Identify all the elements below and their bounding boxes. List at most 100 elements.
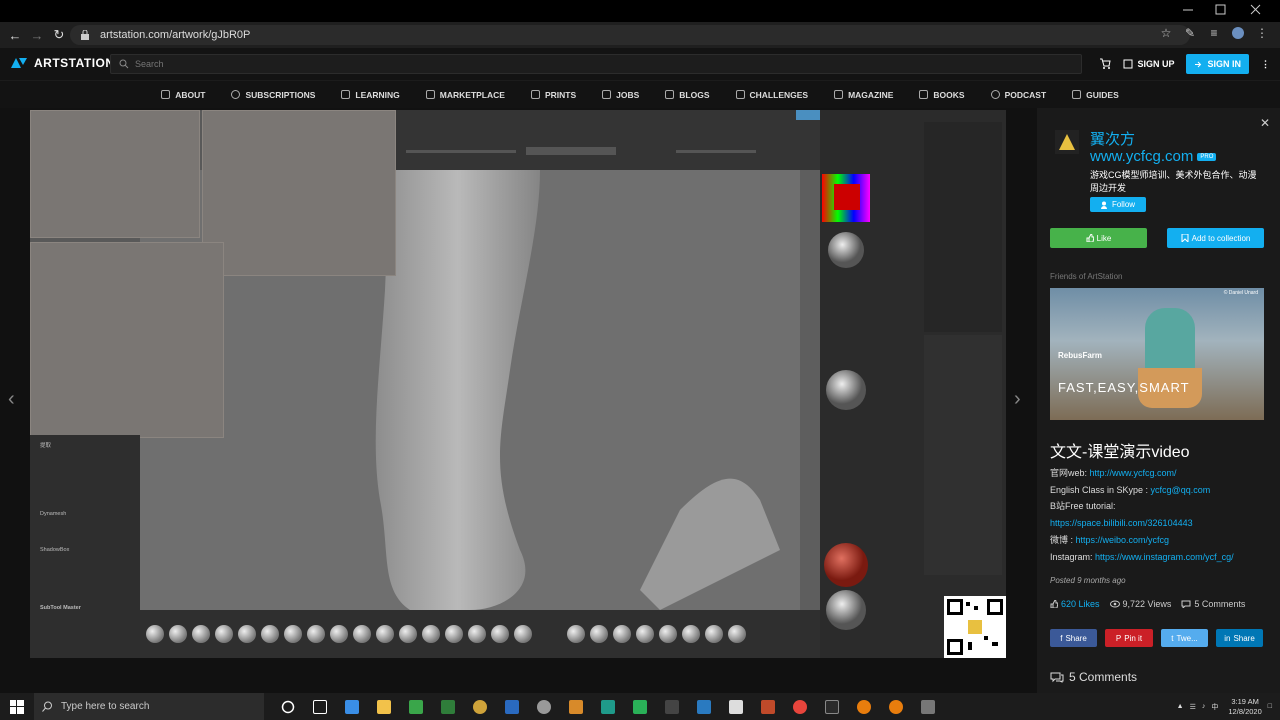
sign-in-button[interactable]: SIGN IN xyxy=(1186,54,1249,74)
vscode-icon[interactable] xyxy=(820,697,844,717)
camtasia-green-icon[interactable] xyxy=(404,697,428,717)
add-to-collection-button[interactable]: Add to collection xyxy=(1167,228,1264,248)
nav-marketplace[interactable]: MARKETPLACE xyxy=(425,90,505,100)
brush-thumb[interactable] xyxy=(636,625,654,643)
linkedin-share-button[interactable]: in Share xyxy=(1216,629,1263,647)
nav-books[interactable]: BOOKS xyxy=(919,90,965,100)
artstation-logo[interactable]: ARTSTATION xyxy=(10,56,115,70)
notifications-icon[interactable]: □ xyxy=(1268,703,1272,710)
language-icon[interactable]: 中 xyxy=(1211,702,1218,712)
brush-thumb[interactable] xyxy=(330,625,348,643)
app-icon[interactable] xyxy=(916,697,940,717)
forward-icon[interactable]: → xyxy=(26,24,48,46)
brush-thumb[interactable] xyxy=(169,625,187,643)
brush-thumb[interactable] xyxy=(353,625,371,643)
wifi-icon[interactable]: ☰ xyxy=(1190,703,1196,711)
brush-thumb[interactable] xyxy=(445,625,463,643)
extension-icon[interactable]: ✎ xyxy=(1182,25,1198,41)
app-icon[interactable] xyxy=(692,697,716,717)
brush-thumb[interactable] xyxy=(146,625,164,643)
brush-thumb[interactable] xyxy=(238,625,256,643)
back-icon[interactable]: ← xyxy=(4,24,26,46)
brush-thumb[interactable] xyxy=(567,625,585,643)
nav-magazine[interactable]: MAGAZINE xyxy=(834,90,893,100)
app-icon[interactable] xyxy=(564,697,588,717)
star-icon[interactable]: ☆ xyxy=(1158,25,1174,41)
brush-thumb[interactable] xyxy=(192,625,210,643)
nav-guides[interactable]: GUIDES xyxy=(1072,90,1119,100)
blender-icon[interactable] xyxy=(852,697,876,717)
brush-thumb[interactable] xyxy=(261,625,279,643)
brush-thumb[interactable] xyxy=(491,625,509,643)
app-icon[interactable] xyxy=(532,697,556,717)
avatar[interactable] xyxy=(1055,130,1079,154)
blender-icon[interactable] xyxy=(884,697,908,717)
brush-thumb[interactable] xyxy=(215,625,233,643)
facebook-share-button[interactable]: f Share xyxy=(1050,629,1097,647)
brush-thumb[interactable] xyxy=(705,625,723,643)
brush-thumb[interactable] xyxy=(682,625,700,643)
app-icon[interactable] xyxy=(724,697,748,717)
app-icon[interactable] xyxy=(500,697,524,717)
nav-challenges[interactable]: CHALLENGES xyxy=(735,90,808,100)
taskbar-search[interactable]: Type here to search xyxy=(34,693,264,720)
brush-thumb[interactable] xyxy=(307,625,325,643)
close-window-icon[interactable] xyxy=(1244,2,1268,18)
brush-thumb[interactable] xyxy=(284,625,302,643)
more-menu-icon[interactable]: ⋮ xyxy=(1261,59,1270,70)
sponsor-ad[interactable]: © Daniel Unard RebusFarm FAST,EASY,SMART xyxy=(1050,288,1264,420)
brush-thumb[interactable] xyxy=(659,625,677,643)
cortana-icon[interactable] xyxy=(276,697,300,717)
app-icon[interactable] xyxy=(756,697,780,717)
brush-thumb[interactable] xyxy=(399,625,417,643)
prev-arrow-icon[interactable]: ‹ xyxy=(8,388,22,412)
desc-link[interactable]: http://www.ycfcg.com/ xyxy=(1090,468,1177,478)
maximize-icon[interactable] xyxy=(1208,2,1232,18)
file-explorer-icon[interactable] xyxy=(372,697,396,717)
artwork-image[interactable]: 提取 Dynamesh ShadowBox SubTool Master xyxy=(30,110,1006,658)
menu-icon[interactable]: ⋮ xyxy=(1254,25,1270,41)
app-icon[interactable] xyxy=(596,697,620,717)
like-button[interactable]: Like xyxy=(1050,228,1147,248)
brush-thumb[interactable] xyxy=(613,625,631,643)
chrome-icon[interactable] xyxy=(788,697,812,717)
minimize-icon[interactable] xyxy=(1176,2,1200,18)
comments-stat[interactable]: 5 Comments xyxy=(1181,599,1245,609)
twitter-share-button[interactable]: t Twe... xyxy=(1161,629,1208,647)
nav-learning[interactable]: LEARNING xyxy=(341,90,400,100)
brush-thumb[interactable] xyxy=(728,625,746,643)
windows-start-icon[interactable] xyxy=(0,693,34,720)
search-input[interactable] xyxy=(135,59,1035,69)
clock[interactable]: 3:19 AM 12/8/2020 xyxy=(1228,697,1261,717)
cart-icon[interactable] xyxy=(1099,57,1112,71)
volume-icon[interactable]: ♪ xyxy=(1202,703,1206,710)
camtasia-icon[interactable] xyxy=(436,697,460,717)
sign-up-link[interactable]: SIGN UP xyxy=(1123,59,1174,69)
desc-link[interactable]: ycfcg@qq.com xyxy=(1151,485,1211,495)
desc-link[interactable]: https://space.bilibili.com/326104443 xyxy=(1050,518,1193,528)
follow-button[interactable]: Follow xyxy=(1090,197,1146,212)
nav-blogs[interactable]: BLOGS xyxy=(665,90,710,100)
task-view-icon[interactable] xyxy=(308,697,332,717)
brush-thumb[interactable] xyxy=(422,625,440,643)
nav-jobs[interactable]: JOBS xyxy=(602,90,639,100)
author-name[interactable]: 翼次方 xyxy=(1090,128,1135,149)
subtool-master-button[interactable]: SubTool Master xyxy=(30,599,140,617)
address-bar[interactable]: artstation.com/artwork/gJbR0P xyxy=(70,25,1190,45)
nav-prints[interactable]: PRINTS xyxy=(530,90,576,100)
chrome-canary-icon[interactable] xyxy=(468,697,492,717)
pinterest-share-button[interactable]: P Pin it xyxy=(1105,629,1153,647)
app-icon[interactable] xyxy=(628,697,652,717)
desc-link[interactable]: https://www.instagram.com/ycf_cg/ xyxy=(1095,552,1234,562)
brush-thumb[interactable] xyxy=(590,625,608,643)
next-arrow-icon[interactable]: › xyxy=(1014,388,1028,412)
edge-app-icon[interactable] xyxy=(340,697,364,717)
likes-stat[interactable]: 620 Likes xyxy=(1050,599,1100,609)
profile-icon[interactable] xyxy=(1230,25,1246,41)
app-icon[interactable] xyxy=(660,697,684,717)
brush-thumb[interactable] xyxy=(376,625,394,643)
brush-thumb[interactable] xyxy=(468,625,486,643)
search-box[interactable] xyxy=(110,54,1082,74)
nav-subscriptions[interactable]: SUBSCRIPTIONS xyxy=(231,90,315,100)
desc-link[interactable]: https://weibo.com/ycfcg xyxy=(1076,535,1170,545)
